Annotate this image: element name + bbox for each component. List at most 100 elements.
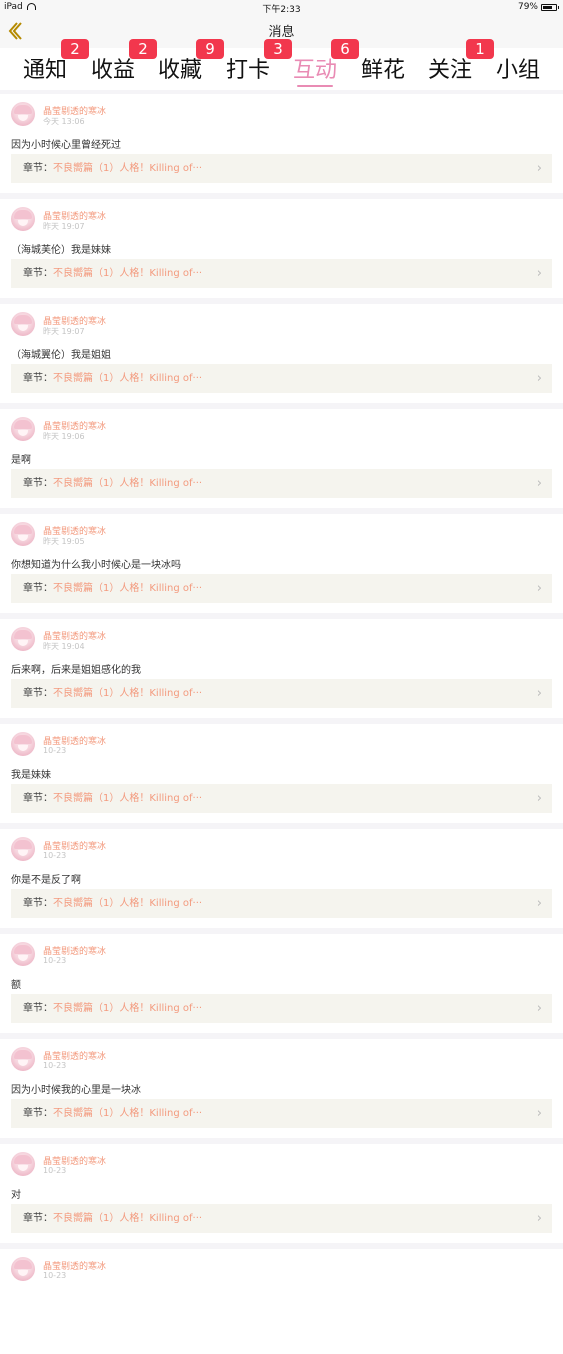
feed-item[interactable]: 晶莹剔透的寒冰 10-23 我是妹妹 章节： 不良嚮篇（1）人格！Killing of·… xyxy=(0,724,563,829)
comment-text: 是啊 xyxy=(11,455,31,466)
tab-3[interactable]: 打卡 3 xyxy=(218,39,292,84)
tab-0[interactable]: 通知 2 xyxy=(15,39,89,84)
timestamp: 10-23 xyxy=(43,1271,67,1280)
timestamp: 10-23 xyxy=(43,851,67,860)
timestamp: 10-23 xyxy=(43,956,67,965)
chapter-link[interactable]: 章节： 不良嚮篇（1）人格！Killing of··· › xyxy=(11,259,552,288)
chapter-link[interactable]: 章节： 不良嚮篇（1）人格！Killing of··· › xyxy=(11,889,552,918)
tab-label: 收藏 xyxy=(157,58,202,83)
chevron-right-icon: › xyxy=(536,1106,542,1121)
tab-6[interactable]: 关注 1 xyxy=(420,39,494,84)
chapter-link[interactable]: 章节： 不良嚮篇（1）人格！Killing of··· › xyxy=(11,994,552,1023)
chapter-label: 章节： xyxy=(23,373,53,384)
timestamp: 10-23 xyxy=(43,746,67,755)
avatar[interactable] xyxy=(11,1047,35,1071)
timestamp: 昨天 19:07 xyxy=(43,222,85,231)
chevron-right-icon: › xyxy=(536,581,542,596)
avatar[interactable] xyxy=(11,837,35,861)
avatar[interactable] xyxy=(11,942,35,966)
chapter-link[interactable]: 章节： 不良嚮篇（1）人格！Killing of··· › xyxy=(11,364,552,393)
page-title: 消息 xyxy=(268,25,295,40)
chapter-link[interactable]: 章节： 不良嚮篇（1）人格！Killing of··· › xyxy=(11,1099,552,1128)
feed-item[interactable]: 晶莹剔透的寒冰 昨天 19:04 后来啊，后来是姐姐感化的我 章节： 不良嚮篇（1）人格… xyxy=(0,619,563,724)
chapter-link[interactable]: 章节： 不良嚮篇（1）人格！Killing of··· › xyxy=(11,469,552,498)
tab-7[interactable]: 小组 xyxy=(488,52,548,84)
comment-text: 后来啊，后来是姐姐感化的我 xyxy=(11,665,141,676)
chapter-title: 不良嚮篇（1）人格！Killing of··· xyxy=(53,268,203,279)
comment-text: 额 xyxy=(11,980,21,991)
feed-item[interactable]: 晶莹剔透的寒冰 10-23 你是不是反了啊 章节： 不良嚮篇（1）人格！Killing … xyxy=(0,829,563,934)
chapter-label: 章节： xyxy=(23,478,53,489)
chevron-right-icon: › xyxy=(536,896,542,911)
avatar[interactable] xyxy=(11,732,35,756)
avatar[interactable] xyxy=(11,417,35,441)
avatar[interactable] xyxy=(11,1152,35,1176)
tab-1[interactable]: 收益 2 xyxy=(83,39,157,84)
avatar[interactable] xyxy=(11,207,35,231)
battery-percent: 79% xyxy=(517,2,538,12)
tab-label: 互动 xyxy=(292,58,337,83)
avatar[interactable] xyxy=(11,102,35,126)
comment-text: 因为小时候心里曾经死过 xyxy=(11,140,121,151)
chapter-label: 章节： xyxy=(23,583,53,594)
chevron-right-icon: › xyxy=(536,791,542,806)
tab-5[interactable]: 鲜花 xyxy=(353,52,413,84)
comment-text: 对 xyxy=(11,1190,21,1201)
chapter-label: 章节： xyxy=(23,268,53,279)
battery-icon xyxy=(541,3,559,11)
chapter-title: 不良嚮篇（1）人格！Killing of··· xyxy=(53,583,203,594)
tab-4[interactable]: 互动 6 xyxy=(285,39,359,87)
avatar[interactable] xyxy=(11,1257,35,1281)
feed-item[interactable]: 晶莹剔透的寒冰 10-23 额章节： 不良嚮篇（1）人格！Killing of··· › xyxy=(0,934,563,1039)
chapter-link[interactable]: 章节： 不良嚮篇（1）人格！Killing of··· › xyxy=(11,679,552,708)
status-bar: iPad 下午2:33 79% xyxy=(0,0,563,15)
tab-label: 鲜花 xyxy=(360,58,405,83)
chapter-title: 不良嚮篇（1）人格！Killing of··· xyxy=(53,1108,203,1119)
chevron-right-icon: › xyxy=(536,1211,542,1226)
chapter-link[interactable]: 章节： 不良嚮篇（1）人格！Killing of··· › xyxy=(11,574,552,603)
feed-item[interactable]: 晶莹剔透的寒冰 今天 13:06 因为小时候心里曾经死过 章节： 不良嚮篇（1）人格！K… xyxy=(0,94,563,199)
timestamp: 昨天 19:04 xyxy=(43,642,85,651)
tab-label: 收益 xyxy=(90,58,135,83)
comment-text: 你是不是反了啊 xyxy=(11,875,81,886)
chapter-title: 不良嚮篇（1）人格！Killing of··· xyxy=(53,688,203,699)
chapter-title: 不良嚮篇（1）人格！Killing of··· xyxy=(53,163,203,174)
timestamp: 10-23 xyxy=(43,1061,67,1070)
avatar[interactable] xyxy=(11,312,35,336)
feed-item[interactable]: 晶莹剔透的寒冰 昨天 19:07 （海城翼伦）我是姐姐 章节： 不良嚮篇（1）人格！Ki… xyxy=(0,304,563,409)
tab-label: 通知 xyxy=(22,58,67,83)
battery-level xyxy=(543,5,553,9)
timestamp: 昨天 19:06 xyxy=(43,432,85,441)
tab-label: 小组 xyxy=(495,58,540,83)
comment-text: 因为小时候我的心里是一块冰 xyxy=(11,1085,141,1096)
chevron-right-icon: › xyxy=(536,266,542,281)
chevron-right-icon: › xyxy=(536,686,542,701)
chapter-title: 不良嚮篇（1）人格！Killing of··· xyxy=(53,478,203,489)
avatar[interactable] xyxy=(11,627,35,651)
chapter-label: 章节： xyxy=(23,793,53,804)
feed-item[interactable]: 晶莹剔透的寒冰 昨天 19:07 （海城芙伦）我是妹妹 章节： 不良嚮篇（1）人格！Ki… xyxy=(0,199,563,304)
chapter-link[interactable]: 章节： 不良嚮篇（1）人格！Killing of··· › xyxy=(11,784,552,813)
chapter-title: 不良嚮篇（1）人格！Killing of··· xyxy=(53,1213,203,1224)
feed-item[interactable]: 晶莹剔透的寒冰 10-23 xyxy=(0,1249,563,1354)
tab-label: 关注 xyxy=(427,58,472,83)
avatar[interactable] xyxy=(11,522,35,546)
tab-2[interactable]: 收藏 9 xyxy=(150,39,224,84)
comment-text: 你想知道为什么我小时候心是一块冰吗 xyxy=(11,560,181,571)
chapter-label: 章节： xyxy=(23,1003,53,1014)
feed-item[interactable]: 晶莹剔透的寒冰 昨天 19:05 你想知道为什么我小时候心是一块冰吗 章节： 不良嚮篇（… xyxy=(0,514,563,619)
feed-item[interactable]: 晶莹剔透的寒冰 10-23 因为小时候我的心里是一块冰 章节： 不良嚮篇（1）人格！Ki… xyxy=(0,1039,563,1144)
chevron-right-icon: › xyxy=(536,476,542,491)
interaction-feed: 晶莹剔透的寒冰 今天 13:06 因为小时候心里曾经死过 章节： 不良嚮篇（1）人格！K… xyxy=(0,94,563,1354)
chapter-label: 章节： xyxy=(23,1213,53,1224)
timestamp: 今天 13:06 xyxy=(43,117,85,126)
chevron-right-icon: › xyxy=(536,161,542,176)
feed-item[interactable]: 晶莹剔透的寒冰 10-23 对章节： 不良嚮篇（1）人格！Killing of··· › xyxy=(0,1144,563,1249)
status-right: 79% xyxy=(517,2,559,12)
chapter-label: 章节： xyxy=(23,1108,53,1119)
chevron-right-icon: › xyxy=(536,371,542,386)
chapter-label: 章节： xyxy=(23,898,53,909)
chapter-link[interactable]: 章节： 不良嚮篇（1）人格！Killing of··· › xyxy=(11,1204,552,1233)
feed-item[interactable]: 晶莹剔透的寒冰 昨天 19:06 是啊 章节： 不良嚮篇（1）人格！Killing of… xyxy=(0,409,563,514)
chapter-link[interactable]: 章节： 不良嚮篇（1）人格！Killing of··· › xyxy=(11,154,552,183)
